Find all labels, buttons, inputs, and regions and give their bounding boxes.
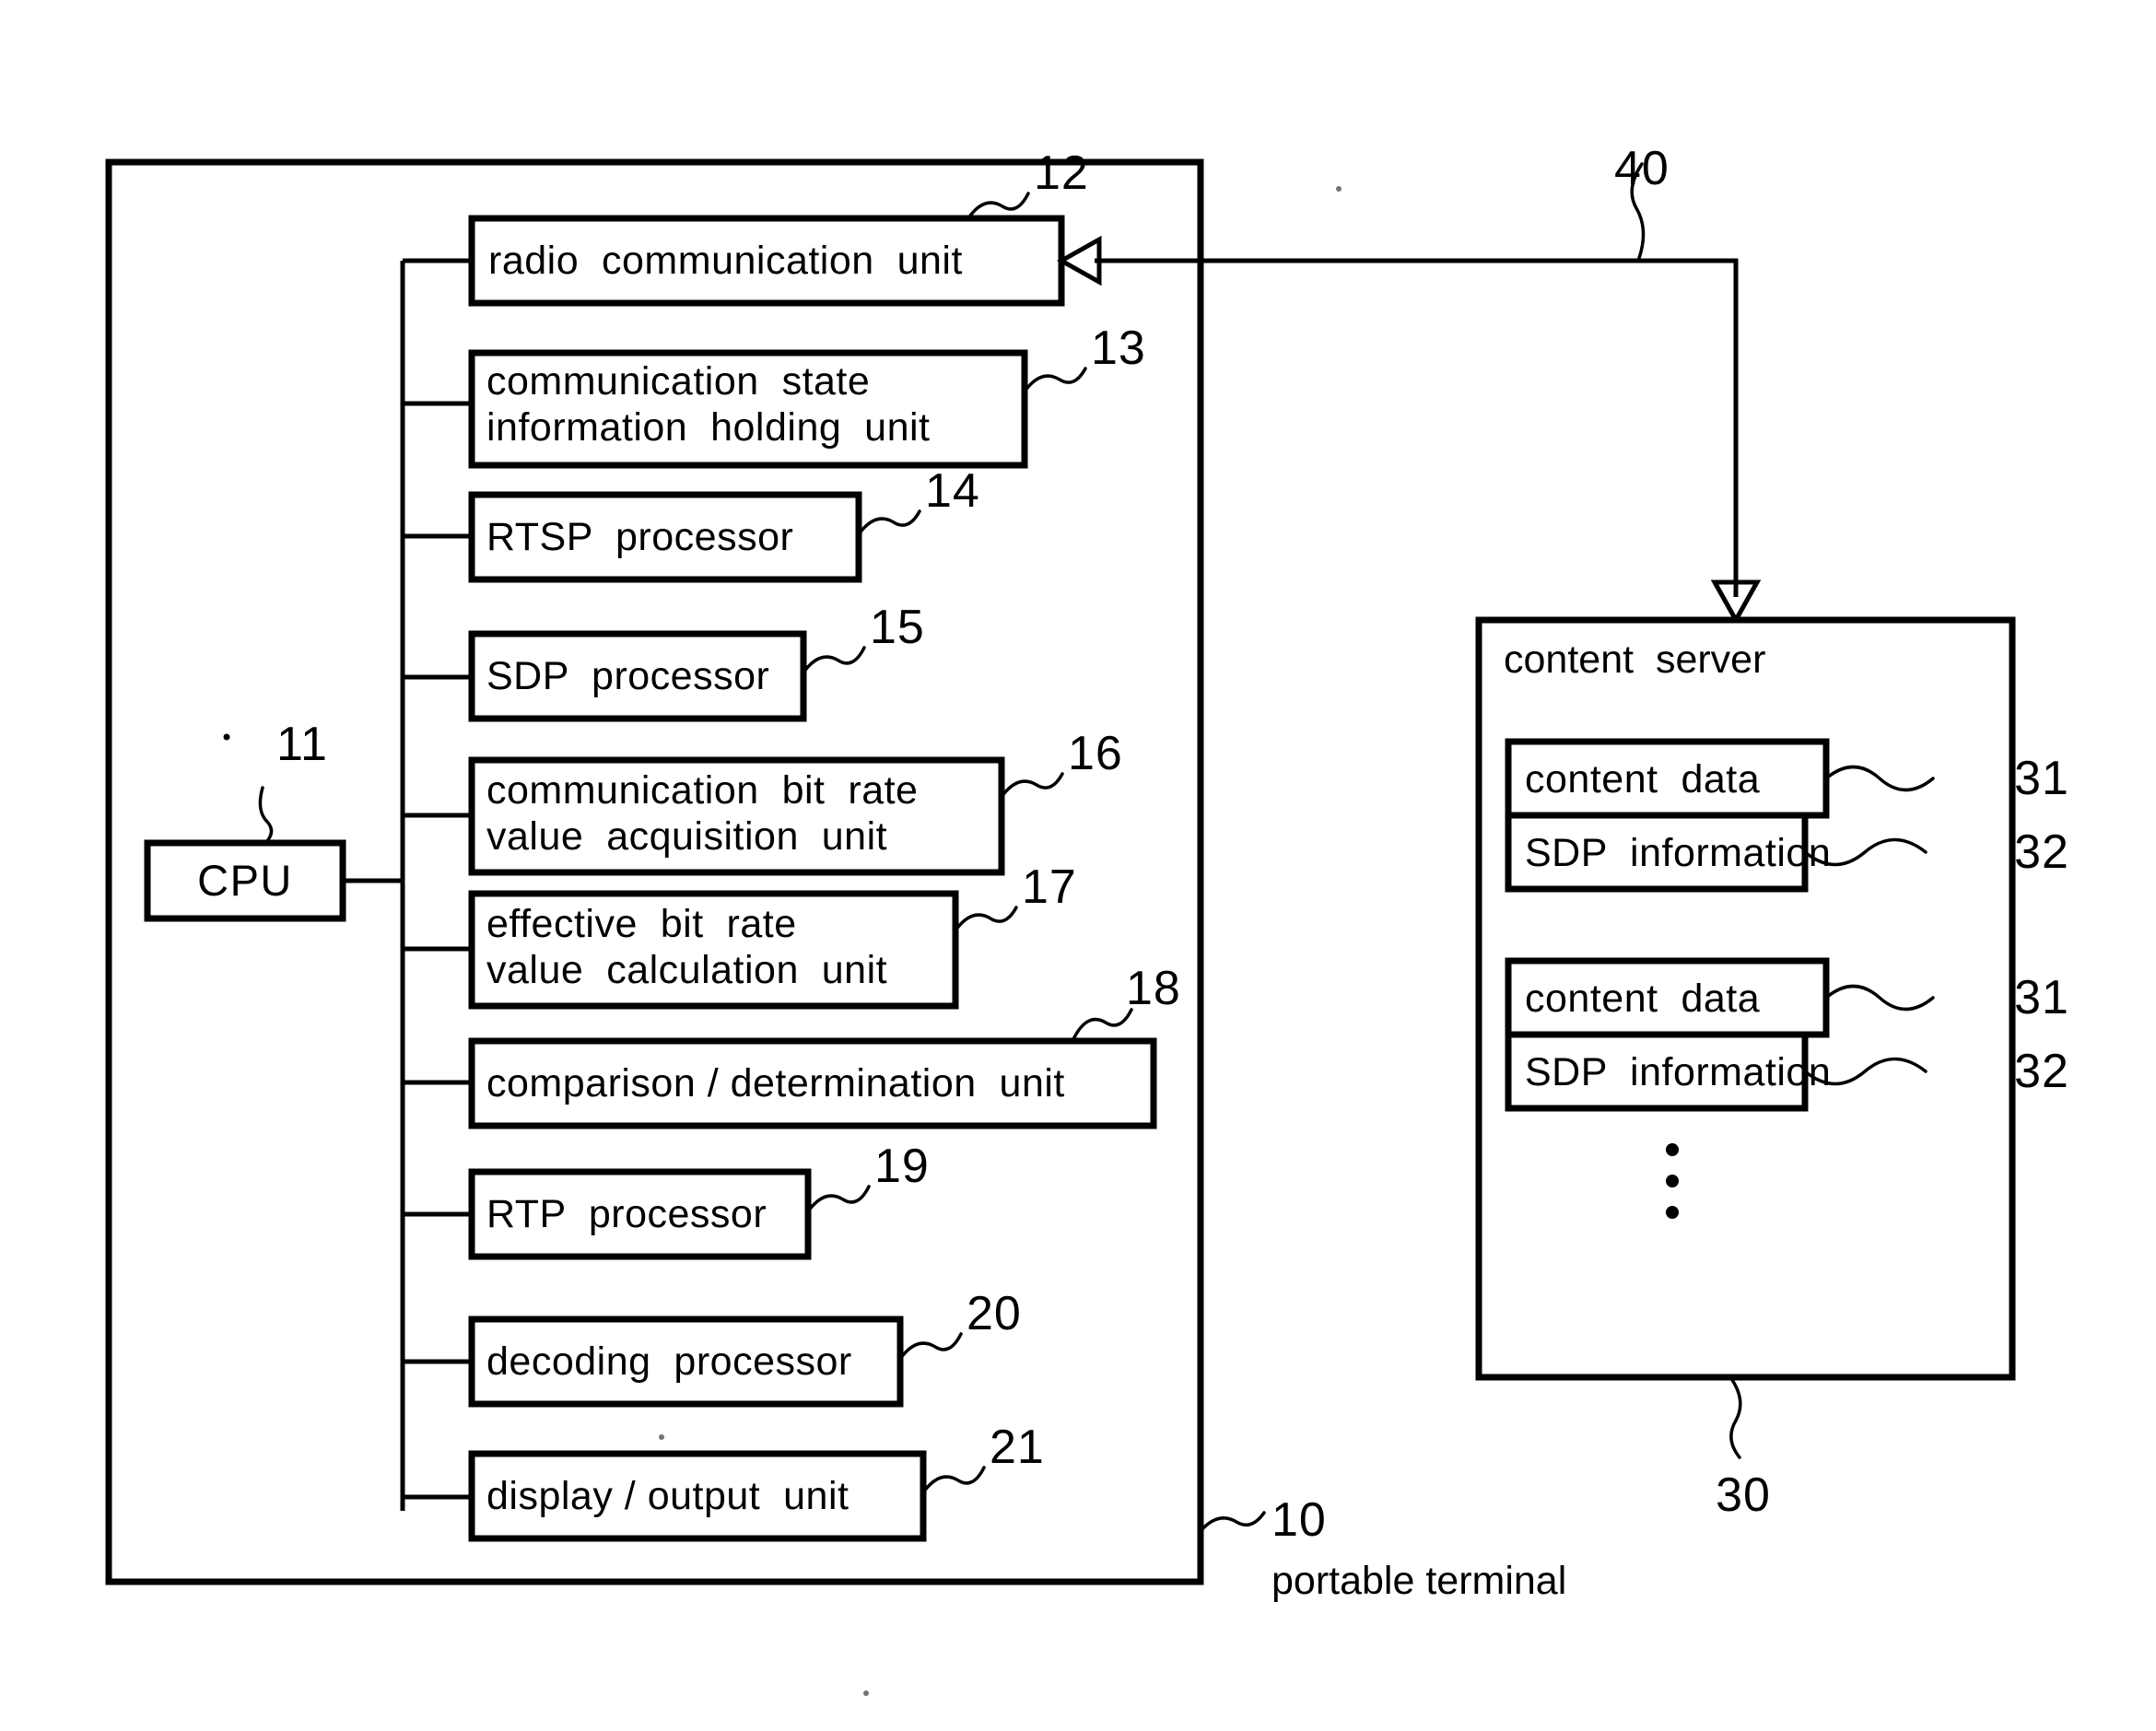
- content-server-ref-leader: [1728, 1375, 1742, 1459]
- terminal-caption: portable terminal: [1271, 1559, 1566, 1603]
- scan-speck-1: [1336, 186, 1342, 192]
- module-16-label-line2: value acquisition unit: [486, 814, 887, 859]
- vertical-ellipsis-dot-2: [1666, 1175, 1679, 1187]
- diagram-canvas: CPU 11 radio communication unit 12 commu…: [105, 142, 2069, 1696]
- content-data-ref-1: 31: [2014, 752, 2069, 805]
- module-20-label: decoding processor: [486, 1339, 852, 1384]
- module-17-label-line2: value calculation unit: [486, 948, 887, 992]
- module-15-label: SDP processor: [486, 654, 769, 698]
- patent-figure: CPU 11 radio communication unit 12 commu…: [0, 0, 2156, 1731]
- cpu-ref-number: 11: [276, 718, 328, 771]
- vertical-ellipsis-dot-1: [1666, 1143, 1679, 1156]
- module-21-label: display / output unit: [486, 1474, 849, 1518]
- module-13-ref-number: 13: [1091, 322, 1146, 375]
- sdp-info-ref-1: 32: [2014, 825, 2069, 879]
- module-19-ref-number: 19: [874, 1140, 930, 1193]
- sdp-info-ref-2: 32: [2014, 1045, 2069, 1098]
- module-17-label-line1: effective bit rate: [486, 902, 797, 946]
- module-12-label: radio communication unit: [488, 239, 963, 283]
- scan-speck-3: [863, 1690, 869, 1696]
- module-17-ref-number: 17: [1022, 860, 1077, 914]
- sdp-info-label-2: SDP information: [1525, 1050, 1831, 1094]
- module-13-label-line2: information holding unit: [486, 405, 931, 450]
- module-18-ref-number: 18: [1126, 962, 1181, 1015]
- module-19-label: RTP processor: [486, 1192, 767, 1236]
- content-data-label-1: content data: [1525, 757, 1760, 801]
- cpu-ref-dot: [223, 733, 230, 741]
- scan-speck-2: [659, 1434, 664, 1440]
- network-link-ref-number: 40: [1614, 142, 1670, 195]
- module-16-label-line1: communication bit rate: [486, 768, 918, 813]
- content-server-title: content server: [1504, 637, 1765, 682]
- terminal-ref-number: 10: [1271, 1493, 1327, 1547]
- cpu-label: CPU: [197, 856, 293, 905]
- sdp-info-label-1: SDP information: [1525, 831, 1831, 875]
- module-21-ref-number: 21: [990, 1421, 1045, 1474]
- module-13-label-line1: communication state: [486, 359, 870, 404]
- content-data-ref-2: 31: [2014, 971, 2069, 1024]
- module-18-label: comparison / determination unit: [486, 1061, 1065, 1105]
- module-15-ref-number: 15: [870, 601, 925, 654]
- module-12-ref-number: 12: [1034, 146, 1089, 200]
- content-server-ref-number: 30: [1716, 1468, 1771, 1522]
- module-14-label: RTSP processor: [486, 515, 793, 559]
- content-data-label-2: content data: [1525, 977, 1760, 1021]
- module-20-ref-number: 20: [967, 1287, 1022, 1340]
- module-16-ref-number: 16: [1068, 727, 1123, 780]
- module-14-ref-number: 14: [925, 464, 980, 518]
- vertical-ellipsis-dot-3: [1666, 1206, 1679, 1219]
- terminal-ref-leader: [1199, 1511, 1266, 1533]
